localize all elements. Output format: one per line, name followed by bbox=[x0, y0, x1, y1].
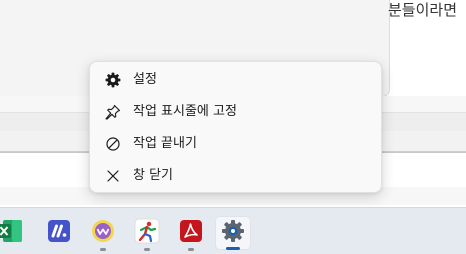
menu-item-label: 작업 표시줄에 고정 bbox=[133, 104, 237, 119]
menu-item-close-window[interactable]: 창 닫기 bbox=[94, 160, 377, 192]
taskbar bbox=[0, 207, 466, 254]
active-indicator bbox=[226, 247, 240, 250]
close-icon bbox=[104, 167, 122, 185]
menu-item-label: 설정 bbox=[133, 72, 157, 87]
running-indicator bbox=[144, 248, 150, 251]
runner-app-icon bbox=[134, 218, 160, 248]
taskbar-context-menu: 설정 작업 표시줄에 고정 작업 끝내기 창 닫기 bbox=[89, 61, 382, 193]
end-task-icon bbox=[104, 135, 122, 153]
background-document-text: 분들이라면 bbox=[388, 1, 458, 19]
taskbar-app-settings[interactable] bbox=[215, 216, 251, 250]
settings-gear-icon bbox=[221, 219, 245, 247]
menu-item-pin-to-taskbar[interactable]: 작업 표시줄에 고정 bbox=[94, 96, 377, 128]
monday-icon bbox=[47, 219, 71, 247]
acrobat-icon bbox=[179, 219, 203, 247]
menu-item-label: 창 닫기 bbox=[133, 168, 174, 183]
running-indicator bbox=[100, 248, 106, 251]
taskbar-app-wave[interactable] bbox=[85, 216, 121, 251]
pin-icon bbox=[104, 103, 122, 121]
gear-icon bbox=[104, 71, 122, 89]
menu-item-label: 작업 끝내기 bbox=[133, 136, 197, 151]
taskbar-app-excel[interactable] bbox=[0, 216, 28, 250]
taskbar-app-acrobat[interactable] bbox=[173, 216, 209, 251]
running-indicator bbox=[188, 248, 194, 251]
menu-item-end-task[interactable]: 작업 끝내기 bbox=[94, 128, 377, 160]
wave-app-icon bbox=[91, 219, 115, 247]
taskbar-app-runner[interactable] bbox=[129, 216, 165, 251]
menu-item-settings[interactable]: 설정 bbox=[94, 64, 377, 96]
taskbar-app-monday[interactable] bbox=[41, 216, 77, 250]
excel-icon bbox=[0, 219, 23, 247]
